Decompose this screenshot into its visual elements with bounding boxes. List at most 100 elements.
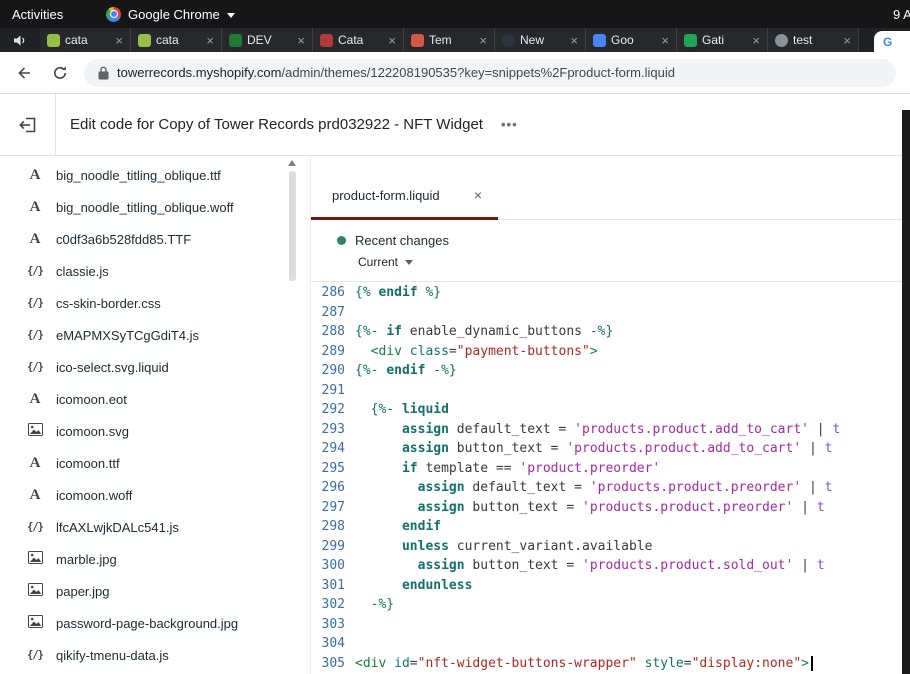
browser-tab[interactable]: Tem× <box>404 28 495 52</box>
code-line[interactable]: if template == 'product.preorder' <box>355 459 910 479</box>
page-scrollbar[interactable] <box>902 110 910 674</box>
more-actions-button[interactable]: ••• <box>501 117 518 132</box>
code-line[interactable]: assign default_text = 'products.product.… <box>355 478 910 498</box>
file-list-item[interactable]: Aicomoon.woff <box>0 479 310 511</box>
reload-button[interactable] <box>48 61 72 85</box>
file-list-item[interactable]: Abig_noodle_titling_oblique.ttf <box>0 159 310 191</box>
code-line-row: 292 {%- liquid <box>311 400 910 420</box>
back-button[interactable] <box>12 61 36 85</box>
code-line-row: 302 -%} <box>311 595 910 615</box>
code-icon: {/} <box>26 329 44 341</box>
editor-tab-close-icon[interactable]: × <box>474 187 482 203</box>
scrollbar-thumb[interactable] <box>289 171 296 281</box>
line-number: 295 <box>311 459 355 479</box>
browser-tab[interactable]: New× <box>495 28 586 52</box>
code-line[interactable]: {%- liquid <box>355 400 910 420</box>
file-list-item[interactable]: {/}qikify-tmenu-data.js <box>0 639 310 671</box>
code-line[interactable]: assign button_text = 'products.product.a… <box>355 439 910 459</box>
file-name: eMAPMXSyTCgGdiT4.js <box>56 328 199 343</box>
code-line[interactable] <box>355 303 910 323</box>
tab-title: DEV <box>247 33 292 47</box>
exit-editor-button[interactable] <box>0 94 56 155</box>
tab-close-icon[interactable]: × <box>297 34 305 47</box>
editor-file-tab[interactable]: product-form.liquid × <box>311 173 498 220</box>
image-icon <box>26 423 44 439</box>
code-line[interactable]: assign default_text = 'products.product.… <box>355 420 910 440</box>
file-list-item[interactable]: Ac0df3a6b528fdd85.TTF <box>0 223 310 255</box>
activities-button[interactable]: Activities <box>12 7 63 22</box>
file-list-item[interactable]: {/}classie.js <box>0 255 310 287</box>
file-list-item[interactable]: Aicomoon.ttf <box>0 447 310 479</box>
version-dropdown[interactable]: Current <box>358 255 910 269</box>
file-list-item[interactable]: Aicomoon.eot <box>0 383 310 415</box>
code-line-row: 297 assign button_text = 'products.produ… <box>311 498 910 518</box>
image-icon <box>26 615 44 631</box>
file-list-item[interactable]: marble.jpg <box>0 543 310 575</box>
code-line-row: 298 endif <box>311 517 910 537</box>
tab-close-icon[interactable]: × <box>388 34 396 47</box>
file-name: big_noodle_titling_oblique.woff <box>56 200 234 215</box>
file-list-item[interactable]: password-page-background.jpg <box>0 607 310 639</box>
tab-close-icon[interactable]: × <box>570 34 578 47</box>
code-line[interactable]: endif <box>355 517 910 537</box>
os-status-text: 9 A <box>893 7 910 22</box>
tab-title: Cata <box>338 33 383 47</box>
tab-title: Gati <box>702 33 747 47</box>
tab-audio-icon[interactable] <box>0 28 40 52</box>
file-list-item[interactable]: Abig_noodle_titling_oblique.woff <box>0 191 310 223</box>
browser-tab[interactable]: DEV × <box>222 28 313 52</box>
address-bar[interactable]: towerrecords.myshopify.com/admin/themes/… <box>84 59 896 87</box>
tab-close-icon[interactable]: × <box>115 34 123 47</box>
app-title-menu[interactable]: Google Chrome <box>106 7 235 22</box>
browser-tab[interactable]: Gati × <box>677 28 768 52</box>
file-list-item[interactable]: paper.jpg <box>0 575 310 607</box>
code-line[interactable] <box>355 615 910 635</box>
line-number: 301 <box>311 576 355 596</box>
url-text: towerrecords.myshopify.com/admin/themes/… <box>117 65 675 80</box>
sidebar-scrollbar[interactable] <box>287 160 297 281</box>
font-icon: A <box>26 391 44 408</box>
scroll-up-icon[interactable] <box>288 160 296 166</box>
file-list-item[interactable]: {/}ico-select.svg.liquid <box>0 351 310 383</box>
code-line[interactable]: <div class="payment-buttons"> <box>355 342 910 362</box>
file-list-item[interactable]: {/} eMAPMXSyTCgGdiT4.js <box>0 319 310 351</box>
code-line-row: 300 assign button_text = 'products.produ… <box>311 556 910 576</box>
code-line-row: 295 if template == 'product.preorder' <box>311 459 910 479</box>
code-line[interactable]: {%- if enable_dynamic_buttons -%} <box>355 322 910 342</box>
browser-tab[interactable]: Goo × <box>586 28 677 52</box>
code-line[interactable] <box>355 634 910 654</box>
new-favicon <box>502 34 515 47</box>
code-line[interactable]: unless current_variant.available <box>355 537 910 557</box>
code-line[interactable]: assign button_text = 'products.product.s… <box>355 556 910 576</box>
code-line[interactable]: {% endif %} <box>355 283 910 303</box>
code-icon: {/} <box>26 361 44 373</box>
file-list-item[interactable]: {/}cs-skin-border.css <box>0 287 310 319</box>
browser-tab[interactable]: cata × <box>40 28 131 52</box>
file-name: marble.jpg <box>56 552 117 567</box>
file-list-item[interactable]: icomoon.svg <box>0 415 310 447</box>
line-number: 303 <box>311 615 355 635</box>
browser-tab-active-partial[interactable]: G <box>874 31 910 52</box>
code-line[interactable]: -%} <box>355 595 910 615</box>
code-line[interactable]: endunless <box>355 576 910 596</box>
file-list-item[interactable]: {/}lfcAXLwjkDALc541.js <box>0 511 310 543</box>
gatify-favicon <box>684 34 697 47</box>
code-line[interactable]: <div id="nft-widget-buttons-wrapper" sty… <box>355 654 910 674</box>
tab-close-icon[interactable]: × <box>479 34 487 47</box>
browser-tab[interactable]: cata× <box>131 28 222 52</box>
tab-close-icon[interactable]: × <box>843 34 851 47</box>
code-line[interactable] <box>355 381 910 401</box>
code-line[interactable]: assign button_text = 'products.product.p… <box>355 498 910 518</box>
font-icon: A <box>26 487 44 504</box>
tab-close-icon[interactable]: × <box>661 34 669 47</box>
tab-title: cata <box>65 33 110 47</box>
browser-tab[interactable]: Cata × <box>313 28 404 52</box>
code-line-row: 299 unless current_variant.available <box>311 537 910 557</box>
browser-tab[interactable]: test× <box>768 28 859 52</box>
tab-close-icon[interactable]: × <box>752 34 760 47</box>
code-editor[interactable]: 286{% endif %}287288{%- if enable_dynami… <box>311 283 910 674</box>
tab-title: Goo <box>611 33 656 47</box>
text-cursor <box>811 656 813 671</box>
code-line[interactable]: {%- endif -%} <box>355 361 910 381</box>
tab-close-icon[interactable]: × <box>206 34 214 47</box>
